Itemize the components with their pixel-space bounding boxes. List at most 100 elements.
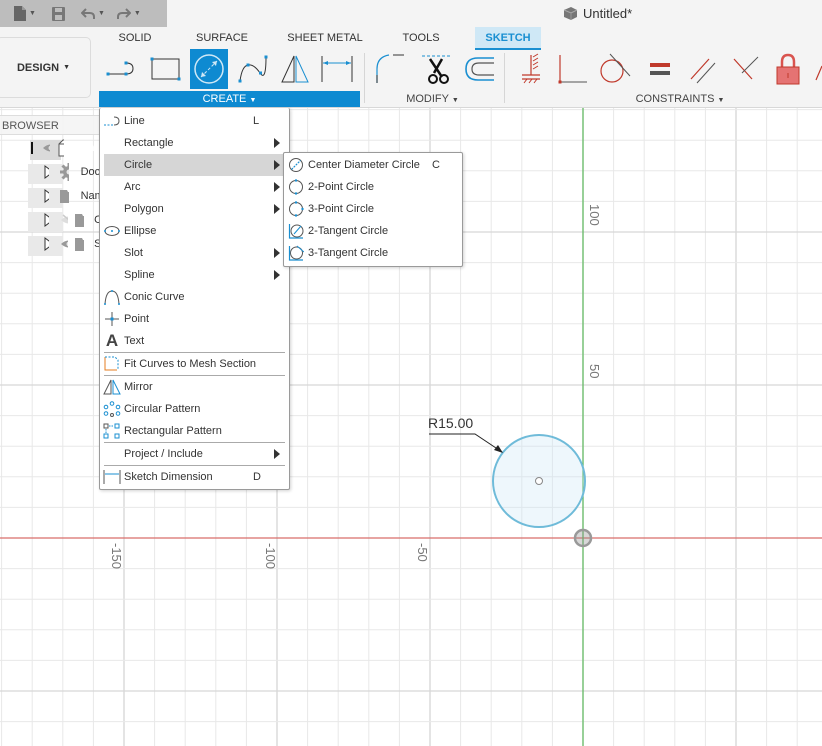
more-constraints-tool[interactable] — [814, 51, 822, 87]
document-cube-icon — [563, 7, 578, 20]
title-bar — [167, 0, 822, 27]
menu-item-project-include[interactable]: Project / Include — [100, 443, 289, 465]
circle-icon — [194, 54, 224, 84]
parallel-constraint-tool[interactable] — [686, 51, 720, 87]
chevron-down-icon: ▼ — [63, 64, 71, 71]
menu-item-slot[interactable]: Slot — [100, 242, 289, 264]
expand-icon[interactable] — [31, 142, 34, 154]
menu-item-ellipse[interactable]: Ellipse — [100, 220, 289, 242]
workspace-label: DESIGN — [16, 61, 60, 74]
equal-constraint-tool[interactable] — [643, 51, 677, 87]
browser-header: BROWSER — [0, 115, 100, 135]
circle-tool[interactable] — [190, 49, 228, 89]
menu-item-center-diameter-circle[interactable]: Center Diameter Circle C — [284, 154, 462, 176]
ellipse-icon — [104, 226, 120, 236]
tab-surface[interactable]: SURFACE — [193, 27, 251, 50]
browser-panel: BROWSER (Unsaved) Document Settings Name… — [0, 115, 100, 265]
browser-item-label: (Unsaved) — [76, 142, 100, 154]
expand-arrow-icon[interactable] — [44, 213, 49, 227]
coincident-cross-icon — [733, 56, 759, 80]
document-title: Untitled* — [563, 6, 632, 21]
three-point-circle-icon — [289, 201, 304, 217]
radius-dimension[interactable]: R15.00 — [428, 415, 473, 431]
line-tool[interactable] — [104, 51, 138, 87]
constraints-dropdown[interactable]: CONSTRAINTS ▼ — [630, 91, 730, 107]
menu-item-conic-curve[interactable]: Conic Curve — [100, 286, 289, 308]
menu-item-point[interactable]: Point — [100, 308, 289, 330]
mirror-icon — [281, 55, 309, 83]
menu-item-circular-pattern[interactable]: Circular Pattern — [100, 398, 289, 420]
expand-arrow-icon[interactable] — [44, 237, 49, 251]
chevron-down-icon: ▼ — [29, 10, 36, 17]
offset-tool[interactable] — [462, 51, 496, 87]
menu-item-rectangle[interactable]: Rectangle — [100, 132, 289, 154]
tangent-constraint-tool[interactable] — [598, 51, 632, 87]
coincident-constraint-tool[interactable] — [729, 51, 763, 87]
lock-constraint-tool[interactable] — [771, 51, 805, 87]
browser-item-root[interactable]: (Unsaved) — [0, 136, 100, 160]
menu-item-3-tangent-circle[interactable]: 3-Tangent Circle — [284, 242, 462, 264]
fillet-tool[interactable] — [374, 51, 408, 87]
eye-icon[interactable] — [60, 238, 69, 250]
expand-arrow-icon[interactable] — [44, 165, 49, 179]
browser-item-document-settings[interactable]: Document Settings — [0, 160, 100, 184]
browser-item-named-views[interactable]: Named Views — [0, 184, 100, 208]
tab-solid[interactable]: SOLID — [112, 27, 158, 50]
create-label: CREATE — [202, 93, 247, 105]
submenu-arrow-icon — [274, 270, 280, 280]
menu-item-2-point-circle[interactable]: 2-Point Circle — [284, 176, 462, 198]
redo-button[interactable]: ▼ — [113, 0, 145, 27]
center-diameter-circle-icon — [289, 158, 303, 172]
modify-dropdown[interactable]: MODIFY ▼ — [395, 91, 470, 107]
trim-tool[interactable] — [420, 51, 454, 87]
perpendicular-constraint-tool[interactable] — [555, 51, 589, 87]
browser-item-sketches[interactable]: Sketches — [0, 232, 100, 256]
submenu-arrow-icon — [274, 160, 280, 170]
tangent-icon — [600, 53, 631, 83]
rectangle-tool[interactable] — [149, 51, 183, 87]
origin-point[interactable] — [573, 528, 593, 548]
mirror-tool[interactable] — [278, 51, 312, 87]
menu-item-circle[interactable]: Circle — [104, 154, 285, 176]
save-icon — [51, 6, 65, 21]
menu-item-spline[interactable]: Spline — [100, 264, 289, 286]
fix-constraint-tool[interactable] — [514, 51, 548, 87]
menu-item-polygon[interactable]: Polygon — [100, 198, 289, 220]
file-button[interactable]: ▼ — [10, 0, 40, 27]
menu-item-mirror[interactable]: Mirror — [100, 376, 289, 398]
rectangular-pattern-icon — [103, 423, 120, 439]
spline-tool[interactable] — [235, 51, 269, 87]
menu-item-rectangular-pattern[interactable]: Rectangular Pattern — [100, 420, 289, 442]
trim-icon — [422, 55, 450, 84]
browser-item-origin[interactable]: Origin — [0, 208, 100, 232]
sketch-dimension-tool[interactable] — [320, 51, 354, 87]
menu-item-text[interactable]: A Text — [100, 330, 289, 352]
eye-hidden-icon[interactable] — [60, 214, 69, 226]
tab-tools[interactable]: TOOLS — [397, 27, 445, 50]
eye-icon[interactable] — [42, 142, 51, 154]
menu-item-arc[interactable]: Arc — [100, 176, 289, 198]
perpendicular-icon — [558, 55, 587, 84]
menu-item-line[interactable]: Line L — [100, 110, 289, 132]
tab-sketch[interactable]: SKETCH — [475, 27, 541, 50]
folder-icon — [75, 237, 85, 251]
create-dropdown[interactable]: CREATE ▼ — [99, 91, 360, 107]
group-separator — [364, 53, 365, 103]
tab-sheet-metal[interactable]: SHEET METAL — [286, 27, 364, 50]
save-button[interactable] — [48, 0, 69, 27]
workspace-switcher[interactable]: DESIGN ▼ — [0, 37, 91, 98]
file-icon — [14, 6, 26, 21]
expand-arrow-icon[interactable] — [44, 189, 49, 203]
menu-item-sketch-dimension[interactable]: Sketch Dimension D — [100, 466, 289, 488]
menu-item-2-tangent-circle[interactable]: 2-Tangent Circle — [284, 220, 462, 242]
circular-pattern-icon — [103, 401, 121, 417]
shortcut-key: D — [253, 471, 261, 483]
chevron-down-icon: ▼ — [717, 97, 725, 104]
circle-center-point[interactable] — [535, 477, 543, 485]
undo-button[interactable]: ▼ — [77, 0, 109, 27]
constraints-label: CONSTRAINTS — [635, 93, 715, 105]
menu-item-fit-curves[interactable]: Fit Curves to Mesh Section — [100, 353, 289, 375]
submenu-arrow-icon — [274, 449, 280, 459]
menu-item-3-point-circle[interactable]: 3-Point Circle — [284, 198, 462, 220]
y-axis-label: 100 — [587, 204, 602, 226]
